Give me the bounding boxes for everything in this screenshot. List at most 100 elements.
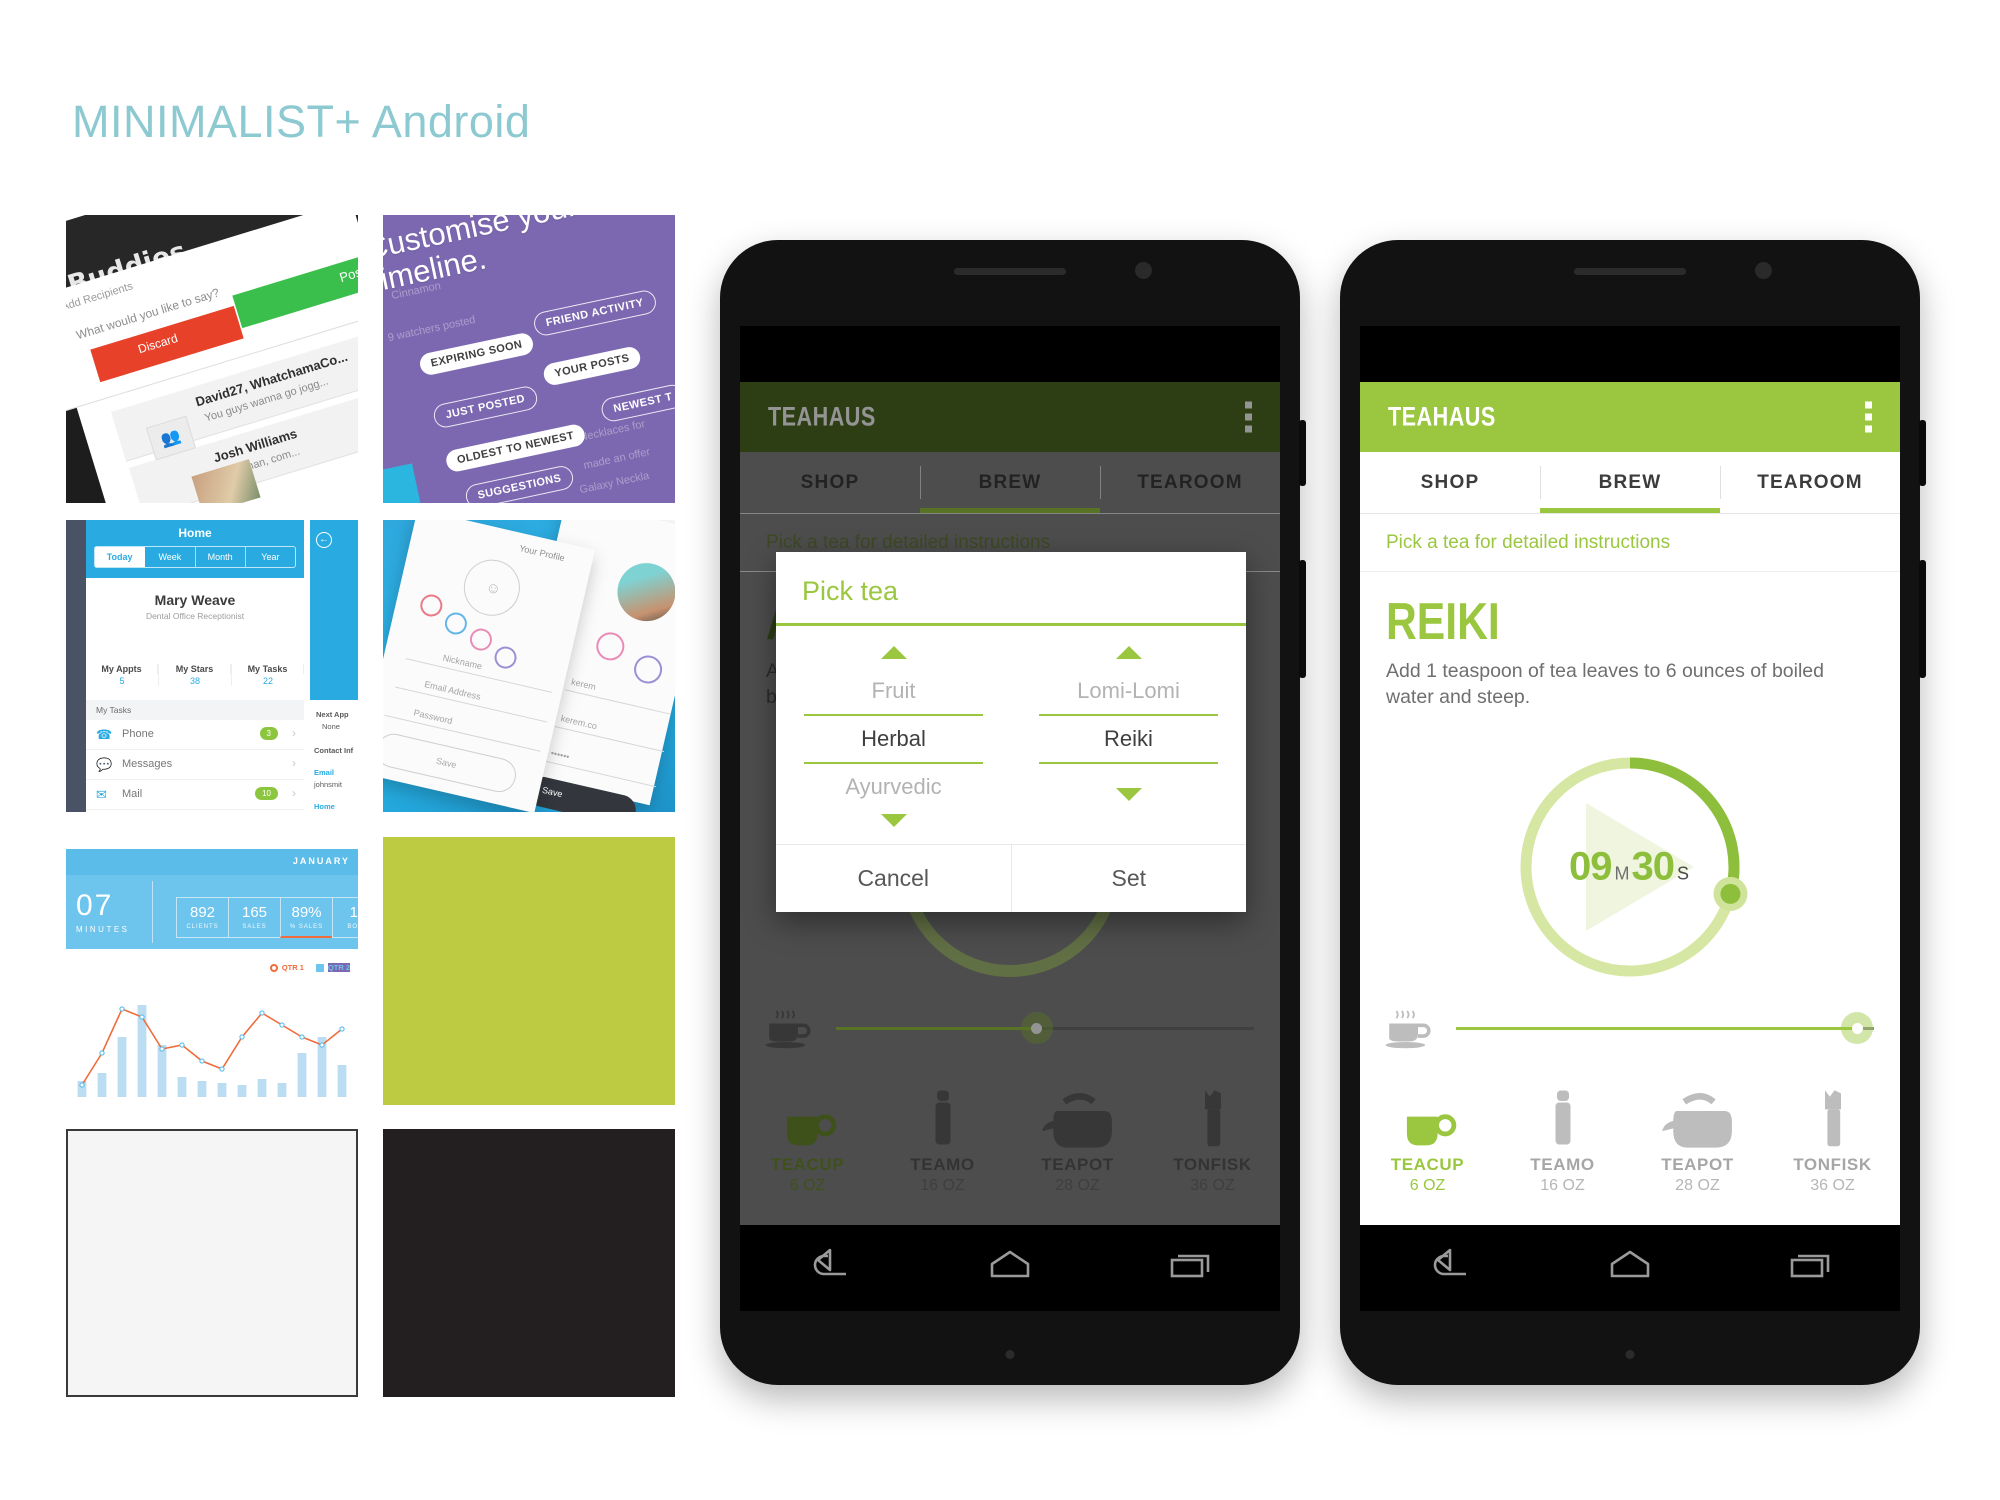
front-camera — [1135, 262, 1152, 279]
tab-shop[interactable]: SHOP — [1360, 452, 1540, 513]
swatch-white — [66, 1129, 358, 1397]
app-bar: TEAHAUS — [1360, 382, 1900, 452]
thumbnail-home-dashboard[interactable]: Home Today Week Month Year Mary Weave De… — [66, 520, 358, 812]
picker-down-arrow-icon[interactable] — [880, 814, 907, 827]
swatch-green — [383, 837, 675, 1105]
kpi-sales[interactable]: 165 SALES — [228, 897, 280, 938]
thumbnail-analytics-dashboard[interactable]: JANUARY 07 MINUTES 892 CLIENTS 165 SALES… — [66, 837, 358, 1105]
brew-timer[interactable]: 09 M30 S — [1510, 747, 1750, 987]
slider-track[interactable] — [1456, 1012, 1874, 1044]
set-button[interactable]: Set — [1010, 845, 1247, 912]
segment-week[interactable]: Week — [145, 547, 196, 567]
ghost-text: Galaxy Neckla — [578, 469, 651, 497]
thumbnail-your-profile[interactable]: Your Profile kerem kerem.co •••••• Save … — [383, 520, 675, 812]
thumbnail-customise-timeline[interactable]: Cinnamon 9 watchers posted Necklaces for… — [383, 215, 675, 503]
color-ring[interactable] — [593, 629, 628, 664]
chip-expiring-soon[interactable]: EXPIRING SOON — [417, 331, 536, 377]
vessel-name: TEAMO — [1530, 1155, 1595, 1174]
dialog-pickers: Fruit Herbal Ayurvedic Lomi-Lomi Reiki — [776, 626, 1246, 844]
chip-suggestions[interactable]: SUGGESTIONS — [463, 463, 576, 503]
recents-icon[interactable] — [1164, 1248, 1216, 1288]
chip-just-posted[interactable]: JUST POSTED — [431, 384, 540, 430]
recents-icon[interactable] — [1784, 1248, 1836, 1288]
picker-option-above[interactable]: Fruit — [804, 668, 983, 714]
slider-thumb[interactable] — [1841, 1012, 1874, 1044]
list-item-label: Phone — [122, 728, 154, 740]
discard-label: Discard — [136, 331, 180, 357]
vessel-teapot[interactable]: TEAPOT 28 OZ — [1630, 1069, 1765, 1229]
ghost-text: made an offer — [582, 446, 652, 472]
list-item[interactable]: ✉ Mail 10 › — [86, 780, 304, 810]
stat-value: 5 — [119, 676, 125, 686]
home-icon[interactable] — [984, 1248, 1036, 1288]
tab-brew[interactable]: BREW — [1540, 452, 1720, 513]
picker-up-arrow-icon[interactable] — [880, 646, 907, 659]
kpi-clients[interactable]: 892 CLIENTS — [176, 897, 228, 938]
picker-option-selected[interactable]: Herbal — [804, 716, 983, 762]
picker-up-arrow-icon[interactable] — [1115, 646, 1142, 659]
tab-indicator — [1360, 508, 1540, 513]
tea-category-picker[interactable]: Fruit Herbal Ayurvedic — [776, 642, 1011, 836]
picker-option-above[interactable]: Lomi-Lomi — [1039, 668, 1218, 714]
email-label: Email — [314, 768, 335, 777]
color-ring[interactable] — [631, 652, 665, 687]
list-item-label: Mail — [122, 788, 143, 800]
list-item[interactable]: ☎ Phone 3 › — [86, 720, 304, 750]
status-bar — [740, 326, 1280, 382]
chip-oldest-to-newest[interactable]: OLDEST TO NEWEST — [444, 422, 588, 474]
list-item[interactable]: 💬 Messages › — [86, 750, 304, 780]
back-icon[interactable] — [1424, 1248, 1476, 1288]
segment-year[interactable]: Year — [246, 547, 295, 567]
kpi-label: BOOK — [347, 924, 358, 930]
kpi-booked[interactable]: 12 BOOK — [332, 897, 358, 938]
kpi-bar: 07 MINUTES 892 CLIENTS 165 SALES 89% % S… — [66, 875, 358, 949]
badge: 10 — [255, 787, 278, 800]
overflow-menu-icon[interactable] — [1865, 401, 1872, 433]
app-title: Home — [178, 526, 212, 540]
vessel-teamo[interactable]: TEAMO 16 OZ — [1495, 1069, 1630, 1229]
segment-month[interactable]: Month — [196, 547, 246, 567]
vessel-tonfisk[interactable]: TONFISK 36 OZ — [1765, 1069, 1900, 1229]
color-ring[interactable] — [418, 592, 445, 619]
phone-left-screen: TEAHAUS SHOP BREW TEAROOM Pick a tea for… — [740, 326, 1280, 1311]
cancel-button[interactable]: Cancel — [776, 845, 1011, 912]
power-button[interactable] — [1919, 420, 1926, 486]
legend-marker — [315, 963, 324, 972]
stat-label: My Stars — [159, 664, 231, 674]
color-ring[interactable] — [467, 626, 495, 653]
tab-label: SHOP — [1420, 471, 1480, 493]
color-ring[interactable] — [442, 610, 470, 637]
chip-newest-to-oldest[interactable]: NEWEST T — [599, 382, 675, 424]
volume-button[interactable] — [1299, 560, 1306, 678]
vessel-slider[interactable] — [1360, 1001, 1900, 1061]
home-icon[interactable] — [1604, 1248, 1656, 1288]
stat-my-stars: My Stars 38 — [159, 664, 232, 686]
period-segmented-control[interactable]: Today Week Month Year — [94, 546, 296, 568]
kpi-label: CLIENTS — [186, 924, 219, 930]
chip-your-posts[interactable]: YOUR POSTS — [541, 345, 643, 387]
picker-down-arrow-icon[interactable] — [1115, 788, 1142, 801]
app-brand-title: TEAHAUS — [1388, 401, 1496, 432]
list-item[interactable]: 🔔 Reminders › — [86, 810, 304, 812]
save-button[interactable]: Save — [383, 730, 520, 796]
tab-tearoom[interactable]: TEAROOM — [1720, 452, 1900, 513]
tea-variety-picker[interactable]: Lomi-Lomi Reiki — [1011, 642, 1246, 836]
picker-option-below[interactable]: Ayurvedic — [804, 764, 983, 810]
volume-button[interactable] — [1919, 560, 1926, 678]
color-ring[interactable] — [492, 644, 519, 671]
segment-today[interactable]: Today — [95, 547, 146, 567]
divider — [152, 881, 153, 943]
thumbnail-buddies-chat[interactable]: Buddies Add Recipients What would you li… — [66, 215, 358, 503]
power-button[interactable] — [1299, 420, 1306, 486]
chip-friend-activity[interactable]: FRIEND ACTIVITY — [531, 288, 658, 338]
kpi-percent-sales[interactable]: 89% % SALES — [280, 897, 332, 938]
back-circle-icon[interactable]: ← — [316, 532, 332, 548]
next-app-label: Next App — [316, 710, 349, 719]
picker-option-below[interactable] — [1039, 764, 1218, 784]
picker-option-selected[interactable]: Reiki — [1039, 716, 1218, 762]
home-indicator-dot — [1625, 1350, 1635, 1359]
stat-value: 22 — [262, 676, 273, 686]
tab-indicator — [1540, 508, 1720, 513]
back-icon[interactable] — [804, 1248, 856, 1288]
vessel-teacup[interactable]: TEACUP 6 OZ — [1360, 1069, 1495, 1229]
